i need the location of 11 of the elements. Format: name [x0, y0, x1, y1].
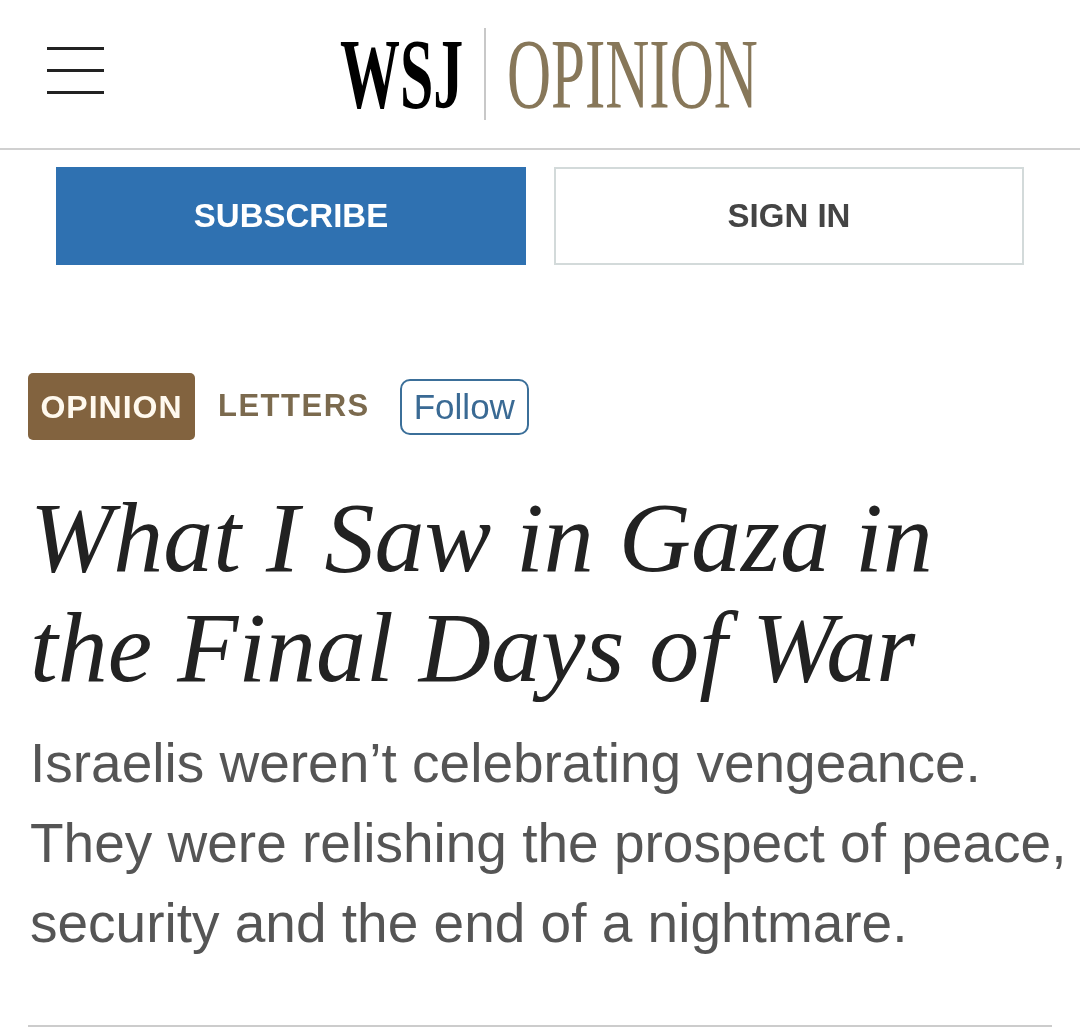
section-badge[interactable]: OPINION — [28, 373, 195, 440]
subscribe-button[interactable]: SUBSCRIBE — [56, 167, 526, 265]
follow-button[interactable]: Follow — [399, 378, 529, 435]
logo-wordmark[interactable]: WSJ — [340, 36, 464, 112]
category-label[interactable]: LETTERS — [218, 383, 370, 430]
sign-in-button[interactable]: SIGN IN — [554, 167, 1024, 265]
menu-icon — [47, 46, 104, 94]
menu-button[interactable] — [47, 46, 104, 94]
logo-section-name[interactable]: OPINION — [507, 36, 758, 112]
article-subheading: Israelis weren’t celebrating vengeance. They were relishing the prospect of peace, security and the end of a nightmare. — [30, 731, 1068, 956]
headline: What I Saw in Gaza in the Final Days of War — [30, 483, 934, 703]
